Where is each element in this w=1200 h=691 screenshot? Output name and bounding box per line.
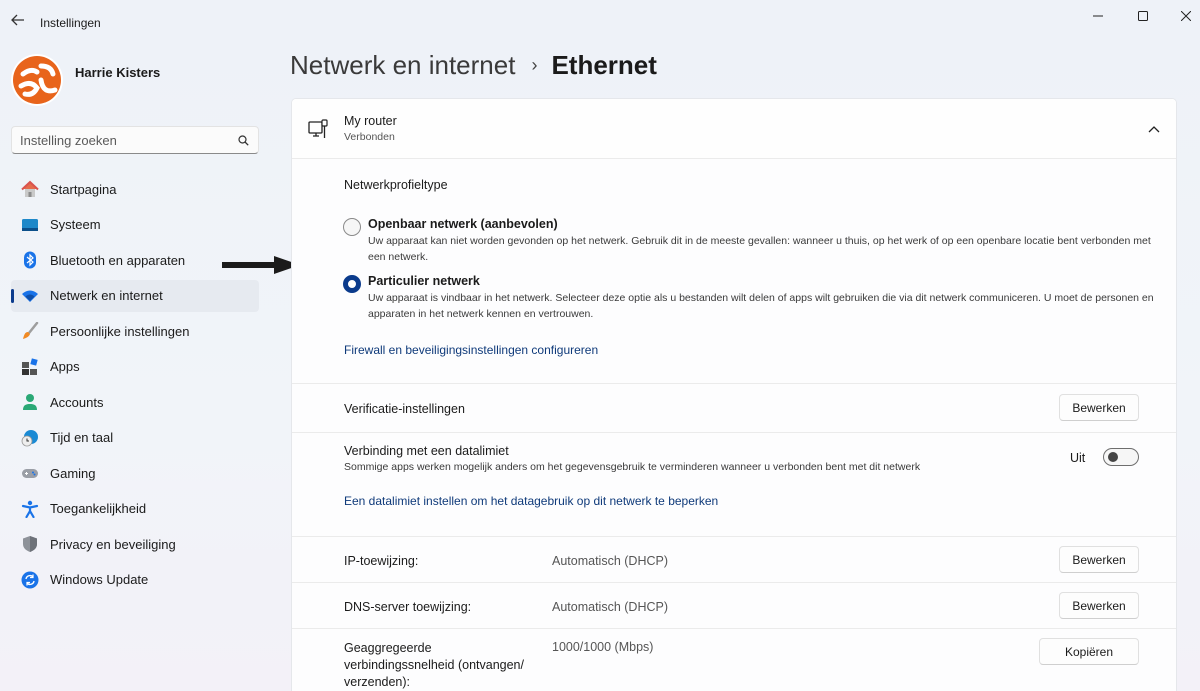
public-network-title: Openbaar netwerk (aanbevolen) (368, 217, 558, 231)
ip-assignment-value: Automatisch (DHCP) (552, 554, 668, 568)
data-limit-link[interactable]: Een datalimiet instellen om het datagebr… (344, 494, 718, 508)
app-title: Instellingen (40, 16, 101, 30)
radio-private[interactable] (343, 275, 361, 293)
maximize-button[interactable] (1125, 6, 1161, 26)
ip-edit-button[interactable]: Bewerken (1059, 546, 1139, 573)
system-icon (21, 216, 39, 234)
firewall-settings-link[interactable]: Firewall en beveiligingsinstellingen con… (344, 343, 598, 357)
close-icon (1181, 11, 1191, 21)
divider (292, 582, 1176, 583)
update-icon (21, 571, 39, 589)
avatar (11, 54, 63, 106)
chevron-up-icon (1148, 126, 1160, 133)
profile-type-label: Netwerkprofieltype (344, 178, 448, 192)
home-icon (21, 180, 39, 198)
breadcrumb-parent[interactable]: Netwerk en internet (290, 50, 515, 81)
dns-assignment-label: DNS-server toewijzing: (344, 600, 472, 614)
sidebar-item-netwerk[interactable]: Netwerk en internet (11, 279, 259, 312)
annotation-arrow-icon (222, 256, 300, 274)
metered-connection-description: Sommige apps werken mogelijk anders om h… (344, 461, 921, 473)
connection-status: Verbonden (344, 131, 395, 143)
title-bar: Instellingen (0, 0, 1200, 44)
connection-name: My router (344, 114, 397, 128)
sidebar-item-gaming[interactable]: Gaming (11, 457, 259, 489)
private-network-description: Uw apparaat is vindbaar in het netwerk. … (368, 292, 1154, 320)
apps-icon (21, 357, 39, 376)
breadcrumb: Netwerk en internet › Ethernet (290, 50, 657, 81)
person-icon (21, 393, 39, 411)
avatar-logo-icon (11, 54, 63, 106)
minimize-icon (1093, 15, 1103, 17)
sidebar-item-privacy[interactable]: Privacy en beveiliging (11, 528, 259, 560)
shield-icon (21, 535, 39, 553)
connection-header[interactable]: My router Verbonden (292, 99, 1176, 159)
user-name: Harrie Kisters (75, 64, 161, 80)
verification-edit-button[interactable]: Bewerken (1059, 394, 1139, 421)
sidebar-item-persoonlijk[interactable]: Persoonlijke instellingen (11, 315, 259, 347)
sidebar-item-systeem[interactable]: Systeem (11, 209, 259, 241)
radio-private-network[interactable]: Particulier netwerk Uw apparaat is vindb… (343, 274, 1158, 322)
user-profile[interactable]: Harrie Kisters (11, 54, 160, 106)
metered-connection-toggle[interactable] (1103, 448, 1139, 466)
gamepad-icon (21, 464, 39, 482)
dns-edit-button[interactable]: Bewerken (1059, 592, 1139, 619)
clock-globe-icon (21, 429, 39, 447)
sidebar-item-accounts[interactable]: Accounts (11, 386, 259, 418)
sidebar-item-windows-update[interactable]: Windows Update (11, 564, 259, 596)
metered-connection-label: Verbinding met een datalimiet (344, 444, 509, 458)
toggle-knob (1108, 452, 1118, 462)
breadcrumb-separator: › (531, 55, 538, 75)
arrow-left-icon (11, 14, 24, 26)
search-icon[interactable] (236, 133, 250, 147)
divider (292, 383, 1176, 384)
verification-label: Verificatie-instellingen (344, 402, 465, 416)
bluetooth-icon (21, 251, 39, 269)
link-speed-label: Geaggregeerde verbindingssnelheid (ontva… (344, 641, 524, 689)
sidebar-item-tijd[interactable]: Tijd en taal (11, 422, 259, 454)
radio-public[interactable] (343, 218, 361, 236)
link-speed-value: 1000/1000 (Mbps) (552, 640, 654, 654)
copy-button[interactable]: Kopiëren (1039, 638, 1139, 665)
wifi-icon (21, 287, 39, 305)
divider (292, 432, 1176, 433)
maximize-icon (1138, 11, 1148, 21)
close-button[interactable] (1168, 6, 1200, 26)
brush-icon (21, 322, 39, 340)
search-input[interactable] (20, 132, 236, 148)
collapse-button[interactable] (1142, 117, 1166, 141)
accessibility-icon (21, 500, 39, 518)
dns-assignment-value: Automatisch (DHCP) (552, 600, 668, 614)
page-title: Ethernet (551, 50, 657, 80)
back-button[interactable] (6, 8, 30, 32)
public-network-description: Uw apparaat kan niet worden gevonden op … (368, 235, 1151, 263)
ethernet-icon (308, 118, 328, 138)
private-network-title: Particulier netwerk (368, 274, 480, 288)
minimize-button[interactable] (1080, 6, 1116, 26)
sidebar-nav: Startpagina Systeem Bluetooth en apparat… (11, 173, 259, 599)
ip-assignment-label: IP-toewijzing: (344, 554, 419, 568)
divider (292, 628, 1176, 629)
ethernet-settings-card: My router Verbonden Netwerkprofieltype O… (291, 98, 1177, 691)
divider (292, 536, 1176, 537)
search-box[interactable] (11, 126, 259, 154)
sidebar-item-toegankelijkheid[interactable]: Toegankelijkheid (11, 493, 259, 525)
radio-public-network[interactable]: Openbaar netwerk (aanbevolen) Uw apparaa… (343, 217, 1158, 265)
sidebar-item-startpagina[interactable]: Startpagina (11, 173, 259, 205)
metered-toggle-state: Uit (1070, 451, 1086, 465)
sidebar-item-apps[interactable]: Apps (11, 351, 259, 383)
